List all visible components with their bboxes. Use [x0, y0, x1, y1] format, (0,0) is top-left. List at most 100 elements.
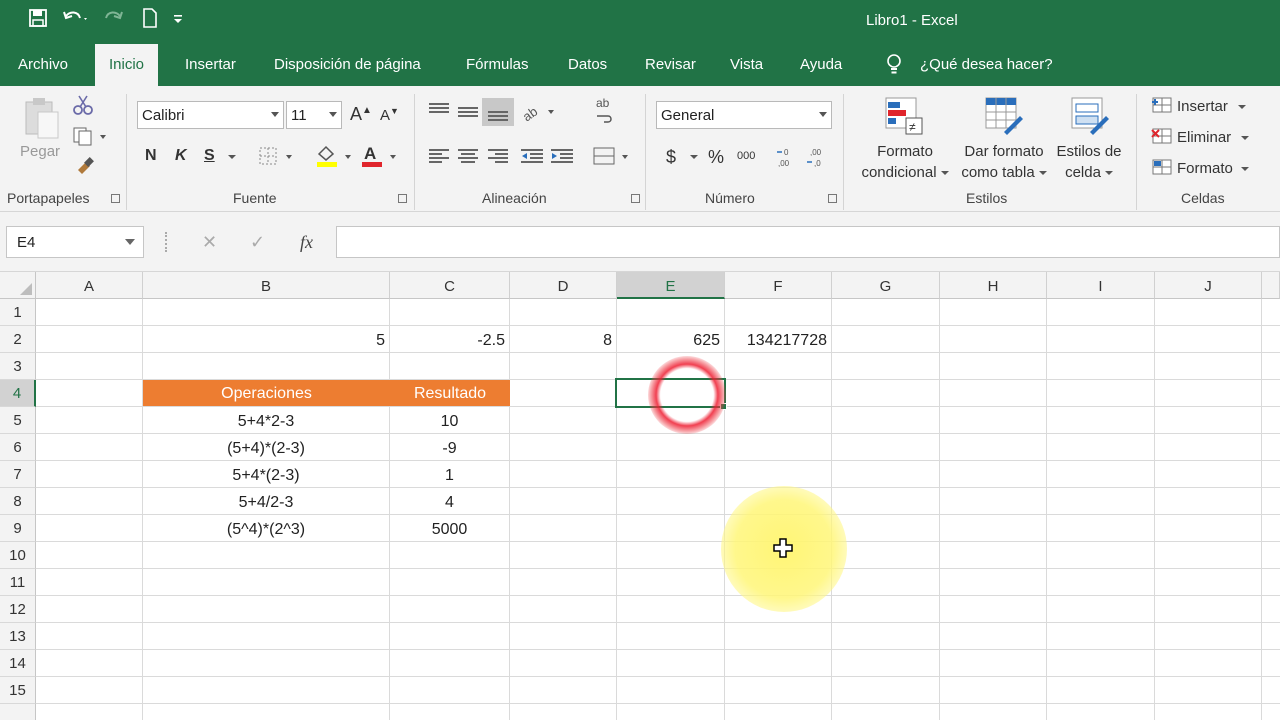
- insert-cells-button[interactable]: Insertar: [1177, 98, 1246, 115]
- worksheet-grid[interactable]: A B C D E F G H I J 1 2 3 4 5 6 7 8 9 10…: [0, 272, 1280, 720]
- row-header-5[interactable]: 5: [0, 407, 36, 434]
- row-header-8[interactable]: 8: [0, 488, 36, 515]
- currency-dropdown-icon[interactable]: [686, 148, 698, 165]
- row-header-9[interactable]: 9: [0, 515, 36, 542]
- cancel-entry-icon[interactable]: ✕: [202, 232, 217, 253]
- delete-cells-button[interactable]: Eliminar: [1177, 129, 1250, 146]
- wrap-text-icon[interactable]: ab: [594, 96, 614, 129]
- column-header-b[interactable]: B: [143, 272, 390, 299]
- format-as-table-icon[interactable]: [984, 96, 1024, 141]
- align-right-icon[interactable]: [487, 148, 509, 169]
- column-header-c[interactable]: C: [390, 272, 510, 299]
- row-header-13[interactable]: 13: [0, 623, 36, 650]
- currency-button[interactable]: $: [666, 147, 676, 168]
- cell-e2[interactable]: 625: [617, 327, 724, 354]
- font-size-select[interactable]: 11: [286, 101, 342, 129]
- cell-c8[interactable]: 4: [390, 489, 509, 516]
- tab-ayuda[interactable]: Ayuda: [800, 56, 842, 73]
- column-header-f[interactable]: F: [725, 272, 832, 299]
- row-header-10[interactable]: 10: [0, 542, 36, 569]
- name-box[interactable]: E4: [6, 226, 144, 258]
- cell-b2[interactable]: 5: [143, 327, 389, 354]
- cell-c4-header[interactable]: Resultado: [390, 380, 510, 406]
- cell-c2[interactable]: -2.5: [390, 327, 509, 354]
- tab-vista[interactable]: Vista: [730, 56, 763, 73]
- undo-icon[interactable]: [62, 8, 88, 28]
- cut-icon[interactable]: [72, 94, 94, 121]
- column-header-h[interactable]: H: [940, 272, 1047, 299]
- increase-font-size-icon[interactable]: A▲: [350, 104, 372, 125]
- paste-icon[interactable]: [22, 96, 62, 145]
- row-header-6[interactable]: 6: [0, 434, 36, 461]
- column-header-e[interactable]: E: [617, 272, 725, 299]
- decrease-font-size-icon[interactable]: A▼: [380, 106, 399, 124]
- cell-b6[interactable]: (5+4)*(2-3): [143, 435, 389, 462]
- column-header-i[interactable]: I: [1047, 272, 1155, 299]
- conditional-format-icon[interactable]: ≠: [884, 96, 924, 141]
- cell-styles-icon[interactable]: [1070, 96, 1110, 141]
- formula-bar-grip[interactable]: [165, 232, 168, 252]
- cell-b5[interactable]: 5+4*2-3: [143, 408, 389, 435]
- new-document-icon[interactable]: [142, 8, 158, 28]
- thousands-button[interactable]: 000: [737, 150, 755, 162]
- increase-indent-icon[interactable]: [550, 148, 574, 169]
- row-header-3[interactable]: 3: [0, 353, 36, 380]
- row-header-12[interactable]: 12: [0, 596, 36, 623]
- cell-b4-header[interactable]: Operaciones: [143, 380, 390, 406]
- cell-styles-label[interactable]: Estilos de celda: [1052, 141, 1126, 183]
- format-cells-button[interactable]: Formato: [1177, 160, 1249, 177]
- tab-insertar[interactable]: Insertar: [185, 56, 236, 73]
- cell-b7[interactable]: 5+4*(2-3): [143, 462, 389, 489]
- borders-icon[interactable]: [258, 146, 296, 171]
- format-as-table-label[interactable]: Dar formato como tabla: [958, 141, 1050, 183]
- cell-f2[interactable]: 134217728: [725, 327, 831, 354]
- alignment-launcher-icon[interactable]: [631, 194, 640, 203]
- underline-dropdown-icon[interactable]: [224, 148, 236, 165]
- copy-icon[interactable]: [72, 126, 108, 151]
- middle-align-icon[interactable]: [457, 104, 479, 125]
- cell-c9[interactable]: 5000: [390, 516, 509, 543]
- column-header-k[interactable]: [1262, 272, 1280, 299]
- tell-me-search[interactable]: ¿Qué desea hacer?: [920, 56, 1053, 73]
- row-header-14[interactable]: 14: [0, 650, 36, 677]
- fill-color-icon[interactable]: [315, 144, 357, 173]
- row-header-11[interactable]: 11: [0, 569, 36, 596]
- format-cells-icon[interactable]: [1151, 158, 1173, 181]
- column-header-g[interactable]: G: [832, 272, 940, 299]
- row-header-4[interactable]: 4: [0, 380, 36, 407]
- bottom-align-icon[interactable]: [482, 98, 514, 126]
- underline-button[interactable]: S: [204, 147, 215, 165]
- cell-d2[interactable]: 8: [510, 327, 616, 354]
- cell-b9[interactable]: (5^4)*(2^3): [143, 516, 389, 543]
- decrease-indent-icon[interactable]: [520, 148, 544, 169]
- column-header-a[interactable]: A: [36, 272, 143, 299]
- insert-function-button[interactable]: fx: [300, 232, 313, 253]
- redo-icon[interactable]: [102, 8, 128, 28]
- paste-button-label[interactable]: Pegar: [20, 143, 60, 160]
- cell-c7[interactable]: 1: [390, 462, 509, 489]
- clipboard-launcher-icon[interactable]: [111, 194, 120, 203]
- decrease-decimal-icon[interactable]: ,00,0: [806, 146, 830, 173]
- tab-disposicion[interactable]: Disposición de página: [274, 56, 421, 73]
- column-header-d[interactable]: D: [510, 272, 617, 299]
- cell-b8[interactable]: 5+4/2-3: [143, 489, 389, 516]
- font-launcher-icon[interactable]: [398, 194, 407, 203]
- delete-cells-icon[interactable]: [1151, 127, 1173, 150]
- orientation-icon[interactable]: ab: [520, 100, 558, 127]
- percent-button[interactable]: %: [708, 147, 724, 168]
- row-header-15[interactable]: 15: [0, 677, 36, 704]
- confirm-entry-icon[interactable]: ✓: [250, 232, 265, 253]
- select-all-button[interactable]: [0, 272, 36, 299]
- tab-datos[interactable]: Datos: [568, 56, 607, 73]
- row-header-1[interactable]: 1: [0, 299, 36, 326]
- font-color-icon[interactable]: A: [360, 144, 402, 173]
- customize-qat-icon[interactable]: [172, 10, 184, 26]
- align-left-icon[interactable]: [428, 148, 450, 169]
- formula-input[interactable]: [336, 226, 1280, 258]
- tab-archivo[interactable]: Archivo: [18, 56, 68, 73]
- row-header-16[interactable]: [0, 704, 36, 720]
- number-format-select[interactable]: General: [656, 101, 832, 129]
- tab-formulas[interactable]: Fórmulas: [466, 56, 529, 73]
- column-header-j[interactable]: J: [1155, 272, 1262, 299]
- font-name-select[interactable]: Calibri: [137, 101, 284, 129]
